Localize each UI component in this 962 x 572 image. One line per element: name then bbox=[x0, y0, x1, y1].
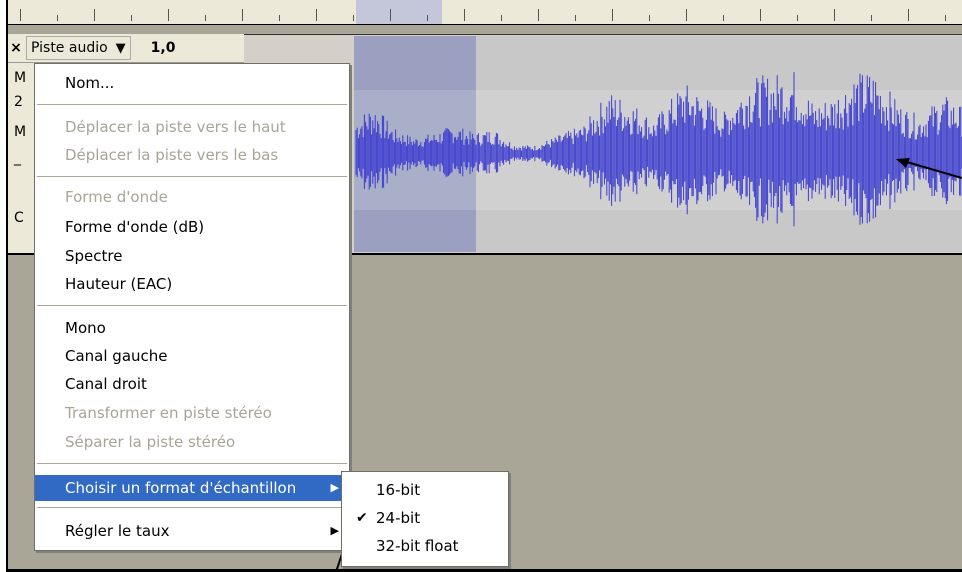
submenu-arrow-icon: ▶ bbox=[330, 524, 339, 537]
sample-format-submenu: 16-bit ✔ 24-bit 32-bit float bbox=[341, 471, 509, 567]
menu-separator bbox=[37, 104, 347, 105]
menu-item-name[interactable]: Nom... bbox=[35, 70, 349, 96]
format-16-bit[interactable]: 16-bit bbox=[342, 476, 508, 504]
menu-item-spectrum[interactable]: Spectre bbox=[35, 243, 349, 269]
menu-item-pitch[interactable]: Hauteur (EAC) bbox=[35, 271, 349, 297]
menu-separator bbox=[37, 305, 347, 306]
menu-item-sample-format-label: Choisir un format d'échantillon bbox=[65, 479, 297, 497]
format-24-bit-label: 24-bit bbox=[376, 509, 421, 527]
track-context-menu: Nom... Déplacer la piste vers le haut Dé… bbox=[34, 63, 350, 551]
annotation-arrowhead-waveform bbox=[896, 158, 910, 168]
menu-item-mono[interactable]: Mono bbox=[35, 315, 349, 341]
menu-item-make-stereo[interactable]: Transformer en piste stéréo bbox=[35, 400, 349, 426]
menu-item-move-down[interactable]: Déplacer la piste vers le bas bbox=[35, 142, 349, 168]
menu-item-set-rate-label: Régler le taux bbox=[65, 522, 170, 540]
menu-separator bbox=[37, 176, 347, 177]
menu-item-waveform[interactable]: Forme d'onde bbox=[35, 184, 349, 210]
menu-item-move-up[interactable]: Déplacer la piste vers le haut bbox=[35, 114, 349, 140]
menu-item-right-channel[interactable]: Canal droit bbox=[35, 371, 349, 397]
menu-item-set-rate[interactable]: Régler le taux ▶ bbox=[35, 518, 349, 544]
menu-separator bbox=[37, 463, 347, 464]
checkmark-icon: ✔ bbox=[356, 510, 368, 526]
annotation-arrow-waveform bbox=[899, 159, 962, 179]
submenu-arrow-icon: ▶ bbox=[330, 481, 339, 494]
menu-item-waveform-db[interactable]: Forme d'onde (dB) bbox=[35, 214, 349, 240]
menu-item-split-stereo[interactable]: Séparer la piste stéréo bbox=[35, 429, 349, 455]
format-24-bit[interactable]: ✔ 24-bit bbox=[342, 504, 508, 532]
format-32-bit-float[interactable]: 32-bit float bbox=[342, 532, 508, 560]
menu-item-sample-format[interactable]: Choisir un format d'échantillon ▶ bbox=[35, 475, 349, 501]
menu-separator bbox=[37, 507, 347, 508]
menu-item-left-channel[interactable]: Canal gauche bbox=[35, 343, 349, 369]
